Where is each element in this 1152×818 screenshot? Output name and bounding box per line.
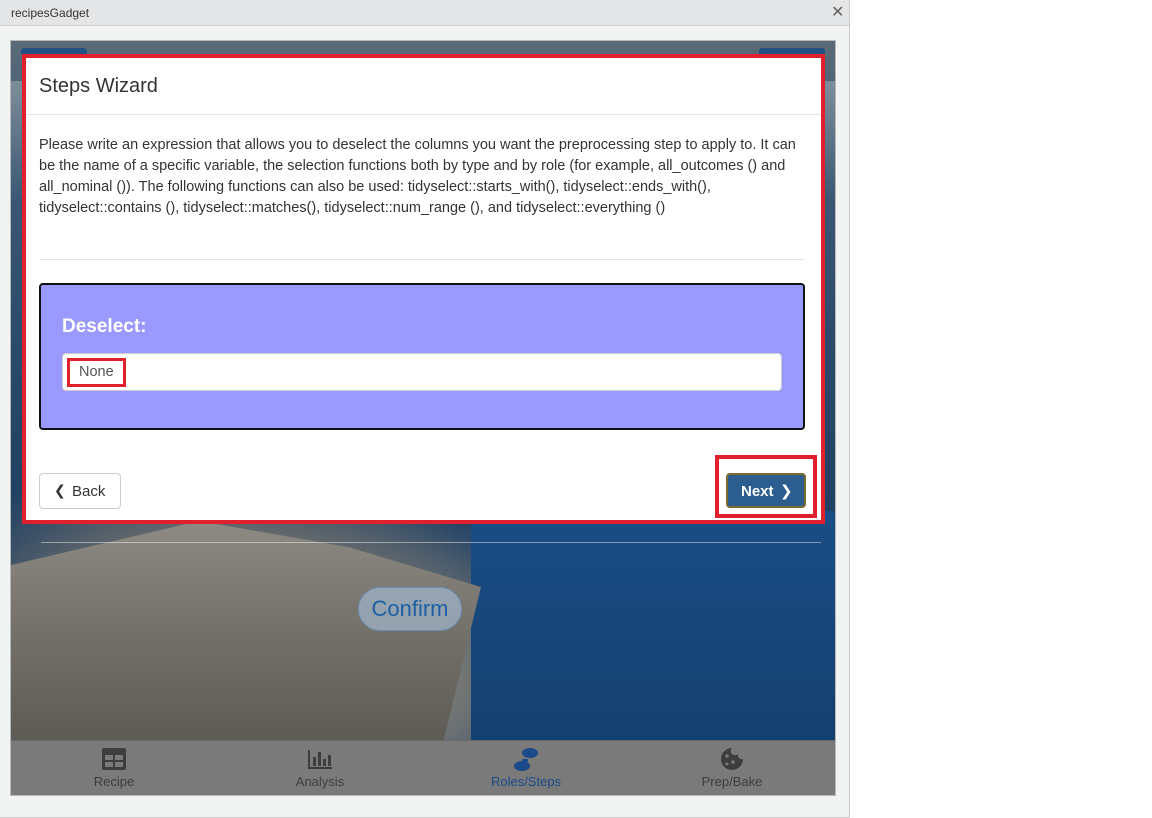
gadget-window: recipesGadget ✕ Confirm Recipe Analysis … (0, 0, 850, 818)
deselect-input[interactable]: None (62, 353, 782, 391)
nav-item-recipe[interactable]: Recipe (11, 741, 217, 795)
background-fjord (471, 511, 835, 741)
deselect-input-value: None (67, 358, 126, 387)
steps-wizard-modal: Steps Wizard Please write an expression … (22, 54, 825, 524)
back-button[interactable]: ❮ Back (39, 473, 121, 509)
cookie-icon (721, 748, 743, 770)
window-title: recipesGadget (11, 6, 90, 20)
nav-item-prep-bake[interactable]: Prep/Bake (629, 741, 835, 795)
nav-item-roles-steps[interactable]: Roles/Steps (423, 741, 629, 795)
nav-item-analysis[interactable]: Analysis (217, 741, 423, 795)
deselect-label: Deselect: (62, 316, 147, 337)
footsteps-icon (514, 748, 538, 771)
deselect-panel: Deselect: None (39, 283, 805, 430)
close-icon[interactable]: ✕ (831, 3, 844, 21)
wizard-description: Please write an expression that allows y… (39, 137, 796, 216)
wizard-divider (39, 259, 805, 260)
bar-chart-icon (308, 750, 332, 769)
wizard-title: Steps Wizard (39, 75, 158, 97)
background-cliff (11, 521, 481, 741)
table-icon (102, 748, 126, 770)
wizard-header: Steps Wizard (26, 58, 821, 115)
next-button-highlight: Next ❯ (715, 455, 817, 518)
nav-label-recipe: Recipe (93, 774, 135, 789)
back-button-label: Back (72, 483, 106, 500)
chevron-right-icon: ❯ (780, 482, 793, 500)
chevron-left-icon: ❮ (54, 483, 66, 499)
next-button-label: Next (741, 483, 774, 500)
nav-label-analysis: Analysis (295, 774, 345, 789)
nav-label-prep-bake: Prep/Bake (701, 774, 763, 789)
nav-label-roles-steps: Roles/Steps (490, 774, 562, 789)
confirm-button[interactable]: Confirm (358, 587, 462, 631)
window-titlebar: recipesGadget ✕ (0, 0, 849, 26)
separator-line (41, 542, 821, 543)
bottom-navbar: Recipe Analysis Roles/Steps Prep/Bake (11, 740, 835, 795)
next-button[interactable]: Next ❯ (726, 473, 806, 508)
